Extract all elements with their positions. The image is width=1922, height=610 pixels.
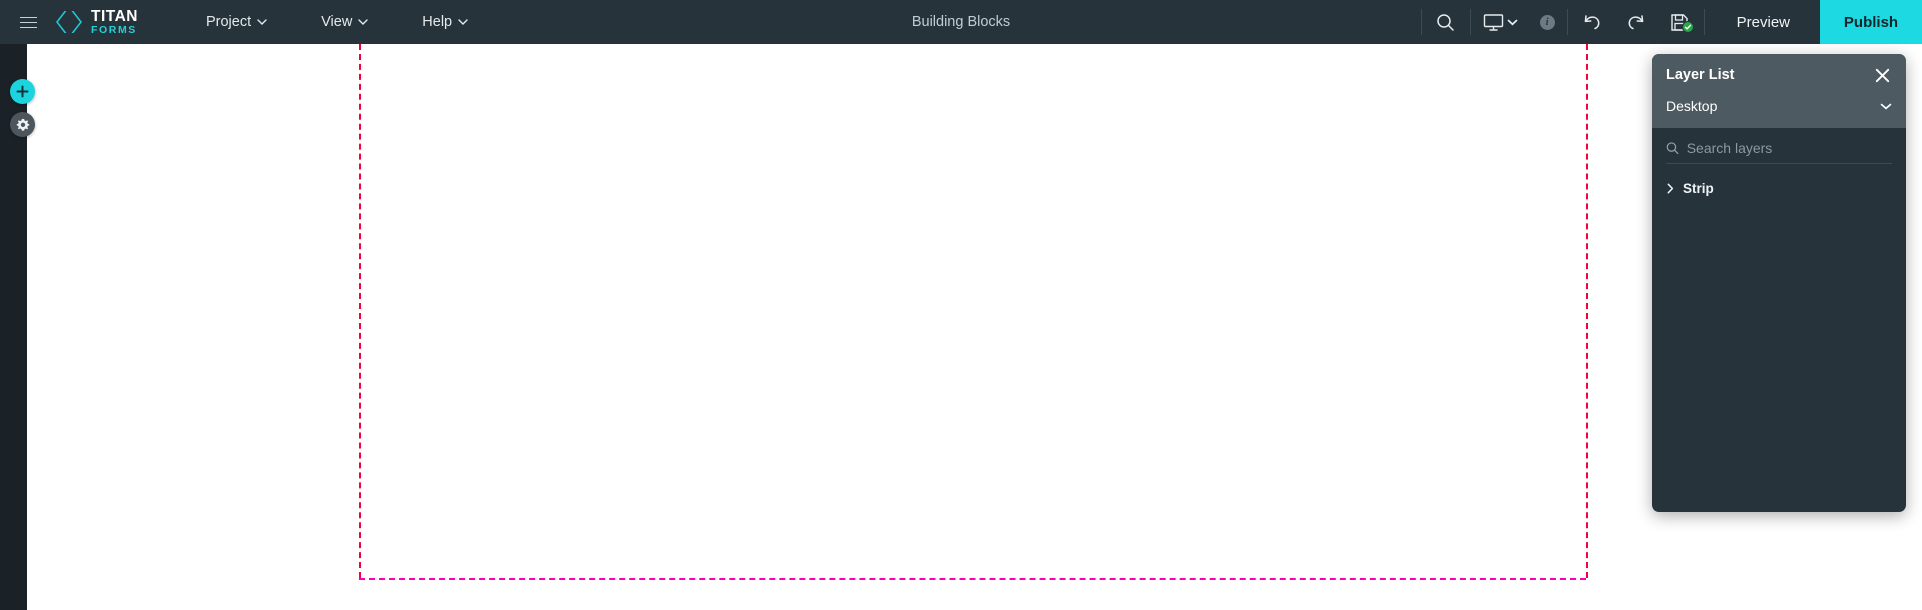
layer-tree: Strip xyxy=(1652,164,1906,512)
chevron-down-icon xyxy=(358,19,368,25)
undo-button[interactable] xyxy=(1570,0,1614,44)
layer-search-input[interactable] xyxy=(1686,140,1892,156)
chevron-right-glyph xyxy=(1667,183,1673,194)
plus-icon xyxy=(16,85,29,98)
menu-item-label: Help xyxy=(422,14,453,30)
hamburger-menu-icon[interactable] xyxy=(6,0,50,44)
app-root: TITAN FORMS Project View Help Building B… xyxy=(0,0,1922,610)
page-left-edge-guide xyxy=(359,44,361,578)
toolbar-divider xyxy=(1420,9,1422,35)
preview-button[interactable]: Preview xyxy=(1707,0,1820,44)
undo-arrow-icon xyxy=(1584,15,1600,30)
brand-text: TITAN FORMS xyxy=(91,7,138,36)
main-menu: Project View Help xyxy=(192,8,508,36)
layer-panel-header: Layer List Desktop xyxy=(1652,54,1906,128)
save-button[interactable] xyxy=(1658,0,1702,44)
layer-panel-title-row: Layer List xyxy=(1652,54,1906,90)
menu-item-project[interactable]: Project xyxy=(192,8,281,36)
layer-device-value: Desktop xyxy=(1666,98,1718,114)
save-status-badge xyxy=(1681,21,1694,33)
chevron-down-icon xyxy=(458,19,468,25)
desktop-monitor-icon xyxy=(1483,13,1503,31)
layer-device-selector[interactable]: Desktop xyxy=(1652,90,1906,128)
toolbar-divider xyxy=(1469,9,1471,35)
search-icon xyxy=(1666,142,1679,155)
menu-item-view[interactable]: View xyxy=(307,8,382,36)
brand-subtitle: FORMS xyxy=(91,24,137,36)
redo-arrow-icon xyxy=(1628,15,1643,30)
close-panel-button[interactable] xyxy=(1872,65,1892,85)
redo-button[interactable] xyxy=(1614,0,1658,44)
page-bottom-edge-guide xyxy=(359,578,1586,580)
device-selector-button[interactable] xyxy=(1473,0,1528,44)
info-badge-icon[interactable]: i xyxy=(1539,14,1555,30)
gear-icon xyxy=(16,118,29,131)
settings-button[interactable] xyxy=(10,112,35,137)
chevron-down-icon xyxy=(257,19,267,25)
chevron-right-icon[interactable] xyxy=(1664,183,1676,195)
toolbar-divider xyxy=(1703,9,1705,35)
hamburger-bar xyxy=(19,21,37,23)
layer-list-panel: Layer List Desktop Search layers Strip xyxy=(1652,54,1906,512)
layer-tree-item-strip[interactable]: Strip xyxy=(1652,176,1906,201)
design-canvas[interactable] xyxy=(27,44,1922,610)
layer-search-row xyxy=(1666,140,1892,164)
hamburger-bar xyxy=(19,16,37,18)
menu-item-help[interactable]: Help xyxy=(408,8,482,36)
layer-item-label: Strip xyxy=(1683,181,1714,196)
search-icon xyxy=(1437,13,1454,31)
chevron-down-icon xyxy=(1507,19,1517,25)
top-toolbar: TITAN FORMS Project View Help Building B… xyxy=(0,0,1922,44)
hamburger-bar xyxy=(19,26,37,28)
menu-item-label: View xyxy=(321,14,353,30)
menu-item-label: Project xyxy=(205,14,252,30)
toolbar-divider xyxy=(1566,9,1568,35)
page-boundary-guides xyxy=(359,44,1588,580)
publish-button[interactable]: Publish xyxy=(1820,0,1922,44)
brand-name: TITAN xyxy=(91,7,138,25)
brand-logo[interactable]: TITAN FORMS xyxy=(54,7,138,36)
layer-search-area xyxy=(1652,128,1906,164)
search-button[interactable] xyxy=(1424,0,1468,44)
titan-logo-icon xyxy=(56,11,82,33)
check-circle-icon xyxy=(1684,24,1691,30)
add-element-button[interactable] xyxy=(10,79,35,104)
close-x-icon xyxy=(1875,68,1889,82)
page-right-edge-guide xyxy=(1586,44,1588,578)
chevron-down-icon xyxy=(1880,103,1892,109)
toolbar-actions: i Preview Publish xyxy=(1419,0,1922,44)
layer-panel-title: Layer List xyxy=(1666,67,1735,83)
